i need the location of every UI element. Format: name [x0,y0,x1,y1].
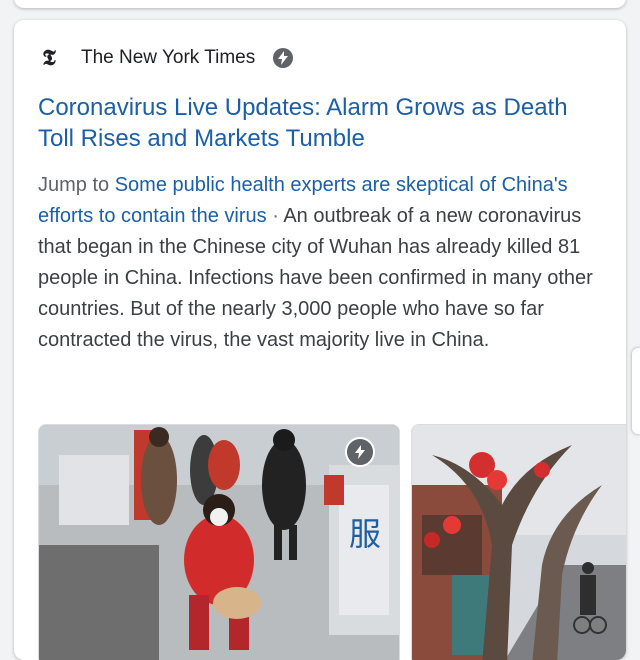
jump-to-prefix: Jump to [38,174,110,196]
shop-sign-text: 服 [349,515,381,553]
news-result-card[interactable]: 𝕿 The New York Times Coronavirus Live Up… [14,20,626,660]
scroll-handle[interactable] [632,348,640,434]
amp-lightning-icon [345,437,375,467]
market-scene-image: 服 [39,425,399,660]
amp-lightning-icon [273,48,294,68]
nyt-logo-icon: 𝕿 [42,45,56,71]
thumbnail-image-market[interactable]: 服 [38,424,400,660]
snippet-separator: · [266,205,284,227]
thumbnail-image-street[interactable] [411,424,626,660]
article-headline-link[interactable]: Coronavirus Live Updates: Alarm Grows as… [38,92,598,154]
source-name[interactable]: The New York Times [81,47,255,69]
previous-card-edge [14,0,626,8]
street-scene-image [412,425,626,660]
source-row[interactable]: 𝕿 The New York Times [38,44,294,72]
article-snippet: Jump to Some public health experts are s… [38,170,608,356]
